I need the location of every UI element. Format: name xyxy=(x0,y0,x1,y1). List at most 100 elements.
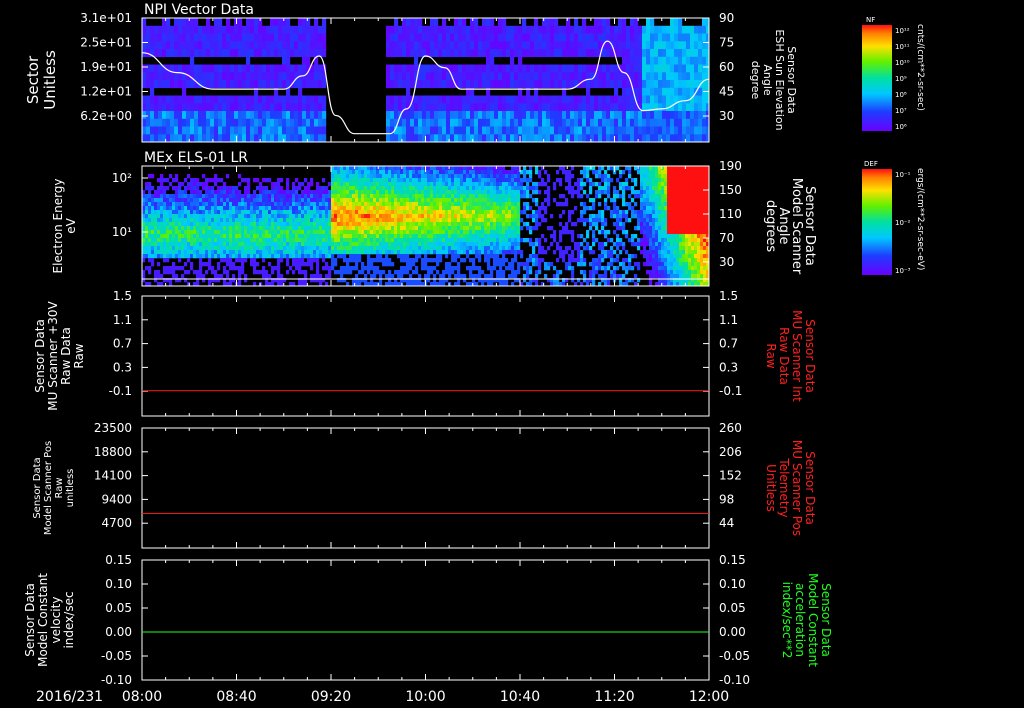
spectrogram-cell xyxy=(484,174,488,179)
spectrogram-cell xyxy=(259,202,263,207)
spectrogram-cell xyxy=(397,250,401,255)
spectrogram-cell xyxy=(298,222,302,227)
spectrogram-cell xyxy=(502,246,506,251)
spectrogram-cell xyxy=(442,194,446,199)
spectrogram-cell xyxy=(198,103,203,112)
spectrogram-cell xyxy=(458,25,463,34)
spectrogram-cell xyxy=(247,210,251,215)
spectrogram-cell xyxy=(418,218,422,223)
spectrogram-cell xyxy=(578,111,583,120)
spectrogram-cell xyxy=(486,126,491,135)
spectrogram-cell xyxy=(277,238,281,243)
spectrogram-cell xyxy=(318,80,323,89)
spectrogram-cell xyxy=(364,274,368,279)
spectrogram-cell xyxy=(546,134,551,142)
spectrogram-cell xyxy=(232,250,236,255)
spectrogram-cell xyxy=(439,238,443,243)
spectrogram-cell xyxy=(466,226,470,231)
spectrogram-cell xyxy=(148,174,152,179)
spectrogram-cell xyxy=(658,118,663,127)
spectrogram-cell xyxy=(217,246,221,251)
spectrogram-cell xyxy=(475,222,479,227)
spectrogram-cell xyxy=(505,170,509,175)
spectrogram-cell xyxy=(398,49,403,58)
spectrogram-cell xyxy=(445,238,449,243)
spectrogram-cell xyxy=(190,214,194,219)
spectrogram-cell xyxy=(390,33,395,42)
spectrogram-cell xyxy=(175,274,179,279)
spectrogram-cell xyxy=(505,210,509,215)
spectrogram-cell xyxy=(373,238,377,243)
spectrogram-cell xyxy=(325,194,329,199)
spectrogram-cell xyxy=(558,25,563,34)
spectrogram-cell xyxy=(518,103,523,112)
spectrogram-cell xyxy=(517,238,521,243)
spectrogram-cell xyxy=(175,174,179,179)
spectrogram-cell xyxy=(361,170,365,175)
spectrogram-cell xyxy=(229,198,233,203)
spectrogram-cell xyxy=(499,222,503,227)
spectrogram-cell xyxy=(175,190,179,195)
spectrogram-cell xyxy=(535,190,539,195)
spectrogram-cell xyxy=(199,262,203,267)
spectrogram-cell xyxy=(367,246,371,251)
spectrogram-cell xyxy=(199,206,203,211)
spectrogram-cell xyxy=(472,218,476,223)
spectrogram-cell xyxy=(698,103,703,112)
spectrogram-cell xyxy=(622,87,627,96)
spectrogram-cell xyxy=(566,80,571,89)
spectrogram-cell xyxy=(331,266,335,271)
spectrogram-cell xyxy=(445,270,449,275)
spectrogram-cell xyxy=(487,182,491,187)
spectrogram-cell xyxy=(436,246,440,251)
spectrogram-cell xyxy=(262,234,266,239)
spectrogram-cell xyxy=(208,198,212,203)
spectrogram-cell xyxy=(650,72,655,81)
spectrogram-cell xyxy=(298,258,302,263)
spectrogram-cell xyxy=(178,202,182,207)
spectrogram-cell xyxy=(391,242,395,247)
spectrogram-cell xyxy=(246,64,251,73)
spectrogram-cell xyxy=(232,262,236,267)
spectrogram-cell xyxy=(226,186,230,191)
spectrogram-cell xyxy=(434,111,439,120)
spectrogram-cell xyxy=(486,49,491,58)
spectrogram-cell xyxy=(535,202,539,207)
spectrogram-cell xyxy=(397,270,401,275)
spectrogram-cell xyxy=(478,238,482,243)
spectrogram-cell xyxy=(523,194,527,199)
spectrogram-cell xyxy=(166,234,170,239)
spectrogram-cell xyxy=(175,226,179,231)
spectrogram-cell xyxy=(622,25,627,34)
spectrogram-cell xyxy=(302,95,307,104)
spectrogram-cell xyxy=(506,111,511,120)
spectrogram-cell xyxy=(270,80,275,89)
spectrogram-cell xyxy=(448,186,452,191)
spectrogram-cell xyxy=(470,41,475,50)
spectrogram-cell xyxy=(414,103,419,112)
spectrogram-cell xyxy=(238,103,243,112)
spectrogram-cell xyxy=(286,218,290,223)
spectrogram-cell xyxy=(355,218,359,223)
spectrogram-cell xyxy=(634,49,639,58)
spectrogram-cell xyxy=(337,166,341,171)
spectrogram-cell xyxy=(445,230,449,235)
spectrogram-cell xyxy=(259,222,263,227)
spectrogram-cell xyxy=(602,103,607,112)
spectrogram-cell xyxy=(142,134,147,142)
spectrogram-cell xyxy=(364,174,368,179)
spectrogram-cell xyxy=(379,182,383,187)
spectrogram-cell xyxy=(150,103,155,112)
spectrogram-cell xyxy=(166,134,171,142)
spectrogram-cell xyxy=(550,41,555,50)
spectrogram-cell xyxy=(306,95,311,104)
spectrogram-cell xyxy=(388,198,392,203)
spectrogram-cell xyxy=(186,111,191,120)
spectrogram-cell xyxy=(307,254,311,259)
spectrogram-cell xyxy=(400,242,404,247)
spectrogram-cell xyxy=(421,194,425,199)
spectrogram-cell xyxy=(397,218,401,223)
spectrogram-cell xyxy=(403,222,407,227)
spectrogram-cell xyxy=(262,206,266,211)
spectrogram-cell xyxy=(253,234,257,239)
